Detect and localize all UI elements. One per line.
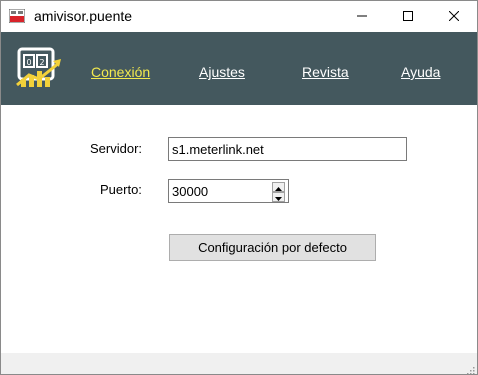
close-icon — [448, 8, 460, 26]
resize-grip-icon[interactable] — [465, 362, 475, 374]
app-icon — [8, 8, 26, 24]
maximize-button[interactable] — [385, 1, 431, 32]
port-value[interactable]: 30000 — [172, 184, 208, 199]
svg-text:2: 2 — [39, 58, 44, 67]
status-bar — [1, 353, 477, 374]
app-window: amivisor.puente 0 2 Conexión Ajustes Rev… — [0, 0, 478, 375]
svg-text:0: 0 — [26, 58, 31, 67]
minimize-button[interactable] — [339, 1, 385, 32]
port-label: Puerto: — [100, 182, 142, 197]
nav-link-ayuda[interactable]: Ayuda — [401, 64, 440, 80]
server-label: Servidor: — [90, 141, 143, 156]
minimize-icon — [357, 8, 367, 26]
close-button[interactable] — [431, 1, 477, 32]
title-bar[interactable]: amivisor.puente — [1, 1, 477, 32]
port-decrement-button[interactable] — [272, 192, 285, 202]
window-title: amivisor.puente — [34, 8, 133, 24]
default-settings-button[interactable]: Configuración por defecto — [169, 234, 376, 261]
port-stepper[interactable]: 30000 — [168, 179, 289, 203]
nav-link-ajustes[interactable]: Ajustes — [199, 64, 245, 80]
maximize-icon — [403, 8, 413, 26]
nav-link-revista[interactable]: Revista — [302, 64, 349, 80]
nav-link-conexion[interactable]: Conexión — [91, 64, 150, 80]
meter-chart-logo-icon: 0 2 — [15, 45, 63, 89]
triangle-down-icon — [275, 188, 282, 206]
server-input[interactable]: s1.meterlink.net — [168, 137, 407, 161]
nav-bar: 0 2 Conexión Ajustes Revista Ayuda — [1, 32, 477, 105]
